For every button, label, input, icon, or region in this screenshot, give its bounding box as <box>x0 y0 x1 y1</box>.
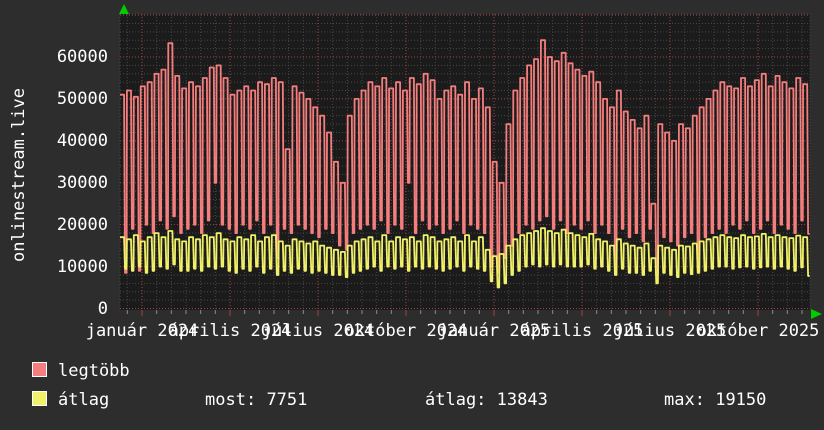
legend-label-legtobb: legtöbb <box>58 361 130 381</box>
y-tick-label: 50000 <box>56 88 108 109</box>
legend-swatch-legtobb <box>32 362 47 377</box>
stat-most: most: 7751 <box>205 390 307 410</box>
legend-label-atlag: átlag <box>58 390 110 410</box>
stat-max-value: 19150 <box>715 390 767 410</box>
y-tick-label: 10000 <box>56 256 108 277</box>
graph-page: onlinestream.live 0 10000 20000 30000 40000 5… <box>0 0 824 430</box>
y-tick-label: 20000 <box>56 214 108 235</box>
y-tick-label: 30000 <box>56 172 108 193</box>
y-tick-label: 0 <box>97 298 108 319</box>
legend-row-atlag: átlag most: 7751 átlag: 13843 max: 19150 <box>0 390 824 410</box>
stat-most-value: 7751 <box>266 390 308 410</box>
stat-max-label: max: <box>664 390 705 410</box>
x-tick-label: október 2025 <box>696 321 820 341</box>
axis-up-arrow-icon <box>119 4 129 14</box>
stat-atlag: átlag: 13843 <box>425 390 548 410</box>
y-tick-label: 40000 <box>56 130 108 151</box>
stat-atlag-label: átlag: <box>425 390 487 410</box>
stat-atlag-value: 13843 <box>496 390 548 410</box>
legend-swatch-atlag <box>32 391 47 406</box>
stat-most-label: most: <box>205 390 257 410</box>
y-tick-label: 60000 <box>56 47 108 67</box>
stat-max: max: 19150 <box>664 390 766 410</box>
axis-right-arrow-icon <box>811 309 822 319</box>
legend-row-legtobb: legtöbb <box>0 361 824 381</box>
